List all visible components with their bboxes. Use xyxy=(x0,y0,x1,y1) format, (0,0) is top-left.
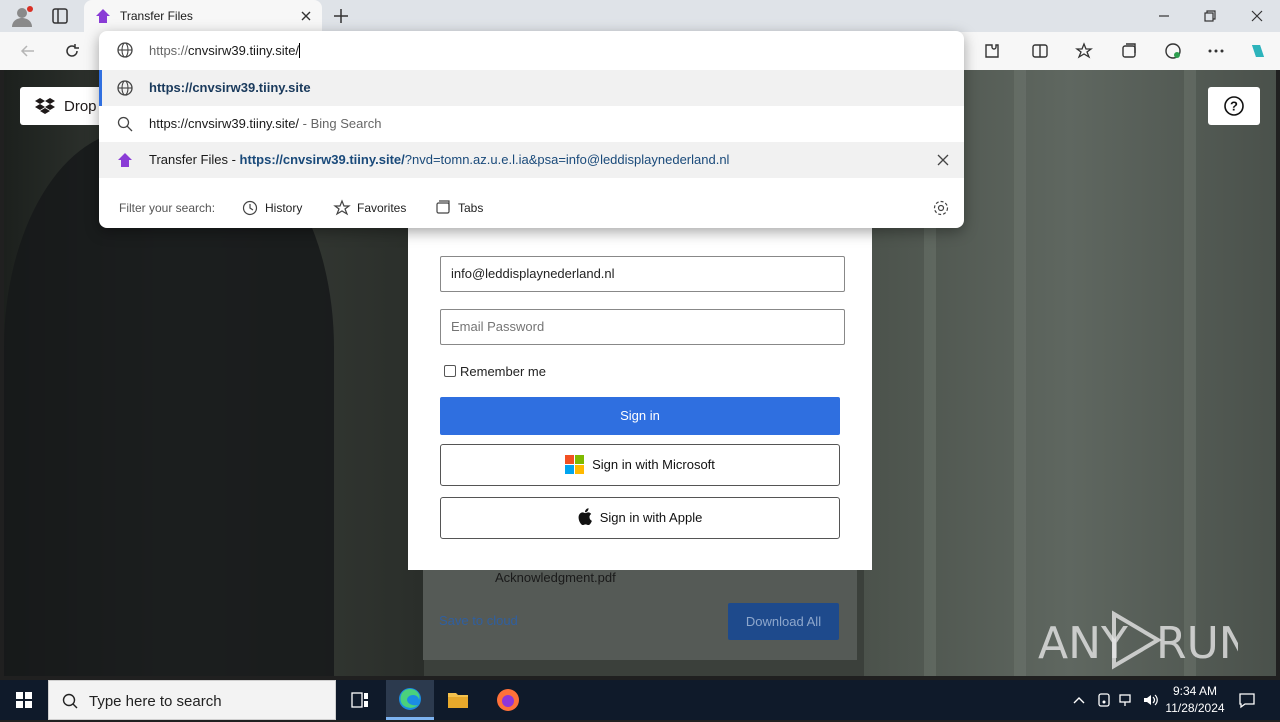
remember-checkbox[interactable] xyxy=(444,365,456,377)
collections-icon[interactable] xyxy=(1119,41,1139,61)
signin-apple-button[interactable]: Sign in with Apple xyxy=(440,497,840,539)
task-view-icon[interactable] xyxy=(336,680,384,720)
tabs-icon xyxy=(436,200,450,214)
chevron-up-icon[interactable] xyxy=(1070,691,1088,709)
file-explorer-icon[interactable] xyxy=(434,680,482,720)
dropbox-label: Drop xyxy=(64,98,97,115)
filter-label: Filter your search: xyxy=(119,201,216,215)
apple-logo-icon xyxy=(578,508,592,526)
address-bar[interactable]: https://cnvsirw39.tiiny.site/ xyxy=(99,31,964,69)
favorites-star-icon[interactable] xyxy=(1074,41,1094,61)
omnibox-dropdown: https://cnvsirw39.tiiny.site/ https://cn… xyxy=(99,31,964,228)
microsoft-label: Sign in with Microsoft xyxy=(592,457,715,472)
anyrun-watermark: ANY RUN xyxy=(1038,610,1238,670)
globe-icon xyxy=(117,80,133,96)
search-icon xyxy=(62,693,78,709)
file-name: Acknowledgment.pdf xyxy=(495,570,616,585)
device-icon[interactable] xyxy=(1095,691,1113,709)
browser-essentials-icon[interactable] xyxy=(1163,41,1183,61)
taskbar-search-input[interactable]: Type here to search xyxy=(48,680,336,720)
notification-icon[interactable] xyxy=(1238,691,1256,709)
remember-me[interactable]: Remember me xyxy=(444,364,546,379)
history-icon xyxy=(242,200,258,216)
browser-titlebar: Transfer Files xyxy=(0,0,1280,32)
extensions-icon[interactable] xyxy=(982,41,1002,61)
download-all-button[interactable]: Download All xyxy=(728,603,839,640)
suggestion-text: https://cnvsirw39.tiiny.site/ - Bing Sea… xyxy=(149,116,382,131)
minimize-icon[interactable] xyxy=(1154,6,1174,26)
close-window-icon[interactable] xyxy=(1247,6,1267,26)
selection-indicator xyxy=(99,70,102,106)
filter-row: Filter your search: History Favorites Ta… xyxy=(99,189,964,227)
profile-icon[interactable] xyxy=(10,5,34,27)
new-tab-icon[interactable] xyxy=(331,6,351,26)
taskbar-search-placeholder: Type here to search xyxy=(89,693,222,710)
svg-text:RUN: RUN xyxy=(1156,618,1238,669)
password-field[interactable]: Email Password xyxy=(440,309,845,345)
suggestion-item[interactable]: https://cnvsirw39.tiiny.site xyxy=(99,70,964,106)
clock-date: 11/28/2024 xyxy=(1165,701,1225,715)
signin-modal: info@leddisplaynederland.nl Email Passwo… xyxy=(408,227,872,570)
filter-favorites[interactable]: Favorites xyxy=(333,198,406,218)
filter-tabs[interactable]: Tabs xyxy=(434,198,483,218)
taskbar-clock[interactable]: 9:34 AM 11/28/2024 xyxy=(1160,683,1230,717)
background-pillar xyxy=(1184,70,1196,676)
windows-start-icon[interactable] xyxy=(0,680,48,720)
background-pillar xyxy=(1014,70,1026,676)
apple-label: Sign in with Apple xyxy=(599,510,703,525)
save-to-cloud-link[interactable]: Save to cloud xyxy=(439,613,518,628)
volume-icon[interactable] xyxy=(1142,691,1160,709)
transfer-favicon-icon xyxy=(118,153,132,167)
search-icon xyxy=(117,116,133,132)
transfer-favicon-icon xyxy=(96,9,110,23)
suggestion-text: Transfer Files - https://cnvsirw39.tiiny… xyxy=(149,152,730,167)
suggestion-text: https://cnvsirw39.tiiny.site xyxy=(149,80,311,95)
windows-taskbar: Type here to search 9:34 AM 11/28/2024 xyxy=(0,680,1280,720)
microsoft-logo-icon xyxy=(565,455,585,474)
file-card-background: Acknowledgment.pdf Save to cloud Downloa… xyxy=(423,570,857,660)
address-text[interactable]: https://cnvsirw39.tiiny.site/ xyxy=(149,43,301,58)
filter-history[interactable]: History xyxy=(241,198,302,218)
network-icon[interactable] xyxy=(1118,691,1136,709)
suggestion-item[interactable]: https://cnvsirw39.tiiny.site/ - Bing Sea… xyxy=(99,106,964,142)
dropbox-button[interactable]: Drop xyxy=(20,87,110,125)
email-field[interactable]: info@leddisplaynederland.nl xyxy=(440,256,845,292)
tab-transfer-files[interactable]: Transfer Files xyxy=(84,0,322,32)
restore-icon[interactable] xyxy=(1200,6,1220,26)
signin-button[interactable]: Sign in xyxy=(440,397,840,435)
star-icon xyxy=(333,199,351,216)
edge-icon xyxy=(399,688,421,710)
refresh-icon[interactable] xyxy=(62,41,82,61)
svg-text:?: ? xyxy=(1230,99,1238,114)
back-icon[interactable] xyxy=(18,41,38,61)
firefox-icon[interactable] xyxy=(484,680,532,720)
suggestion-item[interactable]: Transfer Files - https://cnvsirw39.tiiny… xyxy=(99,142,964,178)
split-screen-icon[interactable] xyxy=(1030,41,1050,61)
dropbox-icon xyxy=(35,98,55,114)
clock-time: 9:34 AM xyxy=(1172,684,1218,698)
globe-icon xyxy=(117,42,133,58)
close-icon[interactable] xyxy=(298,8,314,24)
copilot-icon[interactable] xyxy=(1248,41,1268,61)
remember-label: Remember me xyxy=(460,364,546,379)
remove-suggestion-icon[interactable] xyxy=(936,153,950,167)
help-icon: ? xyxy=(1224,96,1244,116)
tab-title: Transfer Files xyxy=(120,9,193,23)
signin-microsoft-button[interactable]: Sign in with Microsoft xyxy=(440,444,840,486)
tab-actions-icon[interactable] xyxy=(50,6,70,26)
more-options-icon[interactable] xyxy=(1206,41,1226,61)
help-button[interactable]: ? xyxy=(1208,87,1260,125)
edge-taskbar-app[interactable] xyxy=(386,680,434,720)
settings-gear-icon[interactable] xyxy=(932,199,950,217)
